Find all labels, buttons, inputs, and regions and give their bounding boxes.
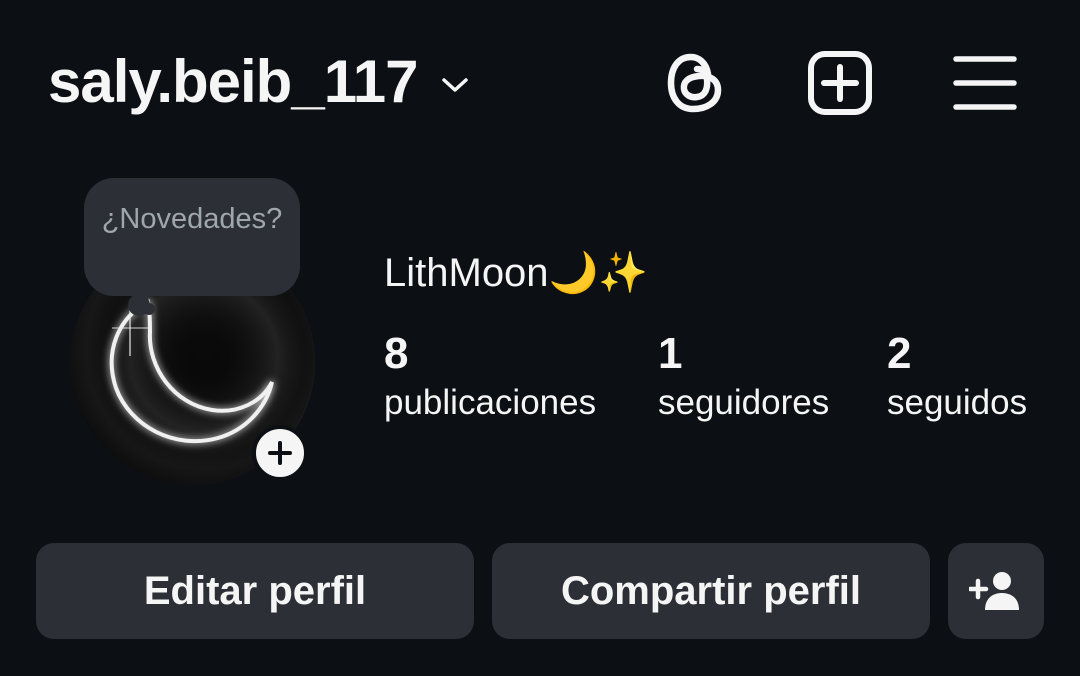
plus-square-icon <box>808 51 872 115</box>
display-name: LithMoon🌙✨ <box>384 251 649 295</box>
following-count[interactable]: 2 seguidos <box>887 328 1027 426</box>
note-bubble[interactable]: ¿Novedades? <box>84 178 300 296</box>
menu-button[interactable] <box>950 48 1020 118</box>
hamburger-menu-icon <box>953 56 1017 110</box>
profile-header: saly.beib_117 <box>0 0 1080 165</box>
posts-label: publicaciones <box>384 383 597 422</box>
plus-icon <box>268 441 292 465</box>
share-profile-button[interactable]: Compartir perfil <box>492 543 930 639</box>
username: saly.beib_117 <box>48 48 418 115</box>
followers-number: 1 <box>658 329 683 378</box>
followers-count[interactable]: 1 seguidores <box>658 328 829 426</box>
note-prompt: ¿Novedades? <box>101 203 283 235</box>
new-post-button[interactable] <box>805 48 875 118</box>
threads-button[interactable] <box>660 48 730 118</box>
threads-icon <box>667 53 722 113</box>
chevron-down-icon <box>441 78 468 92</box>
posts-count[interactable]: 8 publicaciones <box>384 328 596 426</box>
edit-profile-button[interactable]: Editar perfil <box>36 543 474 639</box>
posts-number: 8 <box>384 329 409 378</box>
person-add-icon <box>969 572 1019 610</box>
following-number: 2 <box>887 329 912 378</box>
share-profile-label: Compartir perfil <box>560 568 862 613</box>
following-label: seguidos <box>887 383 1028 422</box>
edit-profile-label: Editar perfil <box>143 568 367 613</box>
note-bubble-tail-small <box>143 303 155 315</box>
discover-people-button[interactable] <box>948 543 1044 639</box>
account-switcher[interactable]: saly.beib_117 <box>48 46 470 118</box>
followers-label: seguidores <box>658 383 830 422</box>
add-story-button[interactable] <box>252 425 308 481</box>
